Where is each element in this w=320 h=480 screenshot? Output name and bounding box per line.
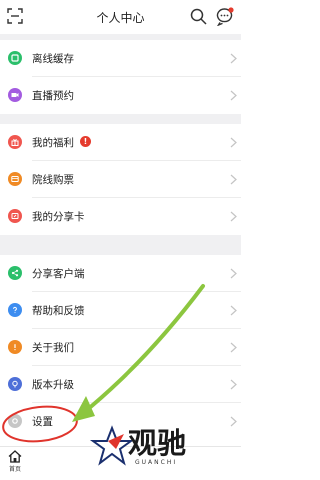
menu-item-label: 离线缓存 [32,53,74,65]
tab-home-label: 首页 [8,466,21,473]
menu-item-label: 我的福利 [32,137,74,149]
share-icon [8,266,22,280]
menu-item-label: 直播预约 [32,90,74,102]
chevron-right-icon [230,90,237,101]
top-bar: 个人中心 [0,0,241,34]
menu-item-help-feedback[interactable]: 帮助和反馈 [0,292,241,329]
info-icon [8,340,22,354]
watermark-subtitle: GUANCHI [135,459,178,466]
ticket-icon [8,172,22,186]
menu-item-offline-cache[interactable]: 离线缓存 [0,40,241,77]
menu-item-label: 关于我们 [32,342,74,354]
share-card-icon [8,209,22,223]
chevron-right-icon [230,379,237,390]
menu-item-about-us[interactable]: 关于我们 [0,329,241,366]
upgrade-icon [8,377,22,391]
message-icon[interactable] [215,7,234,26]
menu-item-share-card[interactable]: 我的分享卡 [0,198,241,235]
download-icon [8,51,22,65]
bottom-nav: 首页 [0,446,241,480]
tab-home[interactable]: 首页 [4,450,26,473]
chevron-right-icon [230,416,237,427]
help-icon [8,303,22,317]
watermark-brand: 观驰 [128,426,187,460]
chevron-right-icon [230,53,237,64]
video-icon [8,88,22,102]
menu-item-settings[interactable]: 设置 [0,403,241,440]
menu-item-label: 设置 [32,416,53,428]
chevron-right-icon [230,174,237,185]
notification-badge: ! [80,136,91,147]
chevron-right-icon [230,268,237,279]
menu-item-cinema-tickets[interactable]: 院线购票 [0,161,241,198]
menu-item-live-booking[interactable]: 直播预约 [0,77,241,114]
menu-item-label: 院线购票 [32,174,74,186]
section-gap [0,114,241,124]
chevron-right-icon [230,305,237,316]
menu-item-version-upgrade[interactable]: 版本升级 [0,366,241,403]
section-gap [0,235,241,255]
settings-icon [8,414,22,428]
menu-item-my-benefits[interactable]: 我的福利 ! [0,124,241,161]
menu-item-share-app[interactable]: 分享客户端 [0,255,241,292]
chevron-right-icon [230,342,237,353]
menu-item-label: 版本升级 [32,379,74,391]
chevron-right-icon [230,211,237,222]
search-icon[interactable] [190,8,207,25]
home-icon [8,450,22,463]
gift-icon [8,135,22,149]
menu-item-label: 帮助和反馈 [32,305,85,317]
chevron-right-icon [230,137,237,148]
menu-item-label: 分享客户端 [32,268,85,280]
menu-item-label: 我的分享卡 [32,211,85,223]
